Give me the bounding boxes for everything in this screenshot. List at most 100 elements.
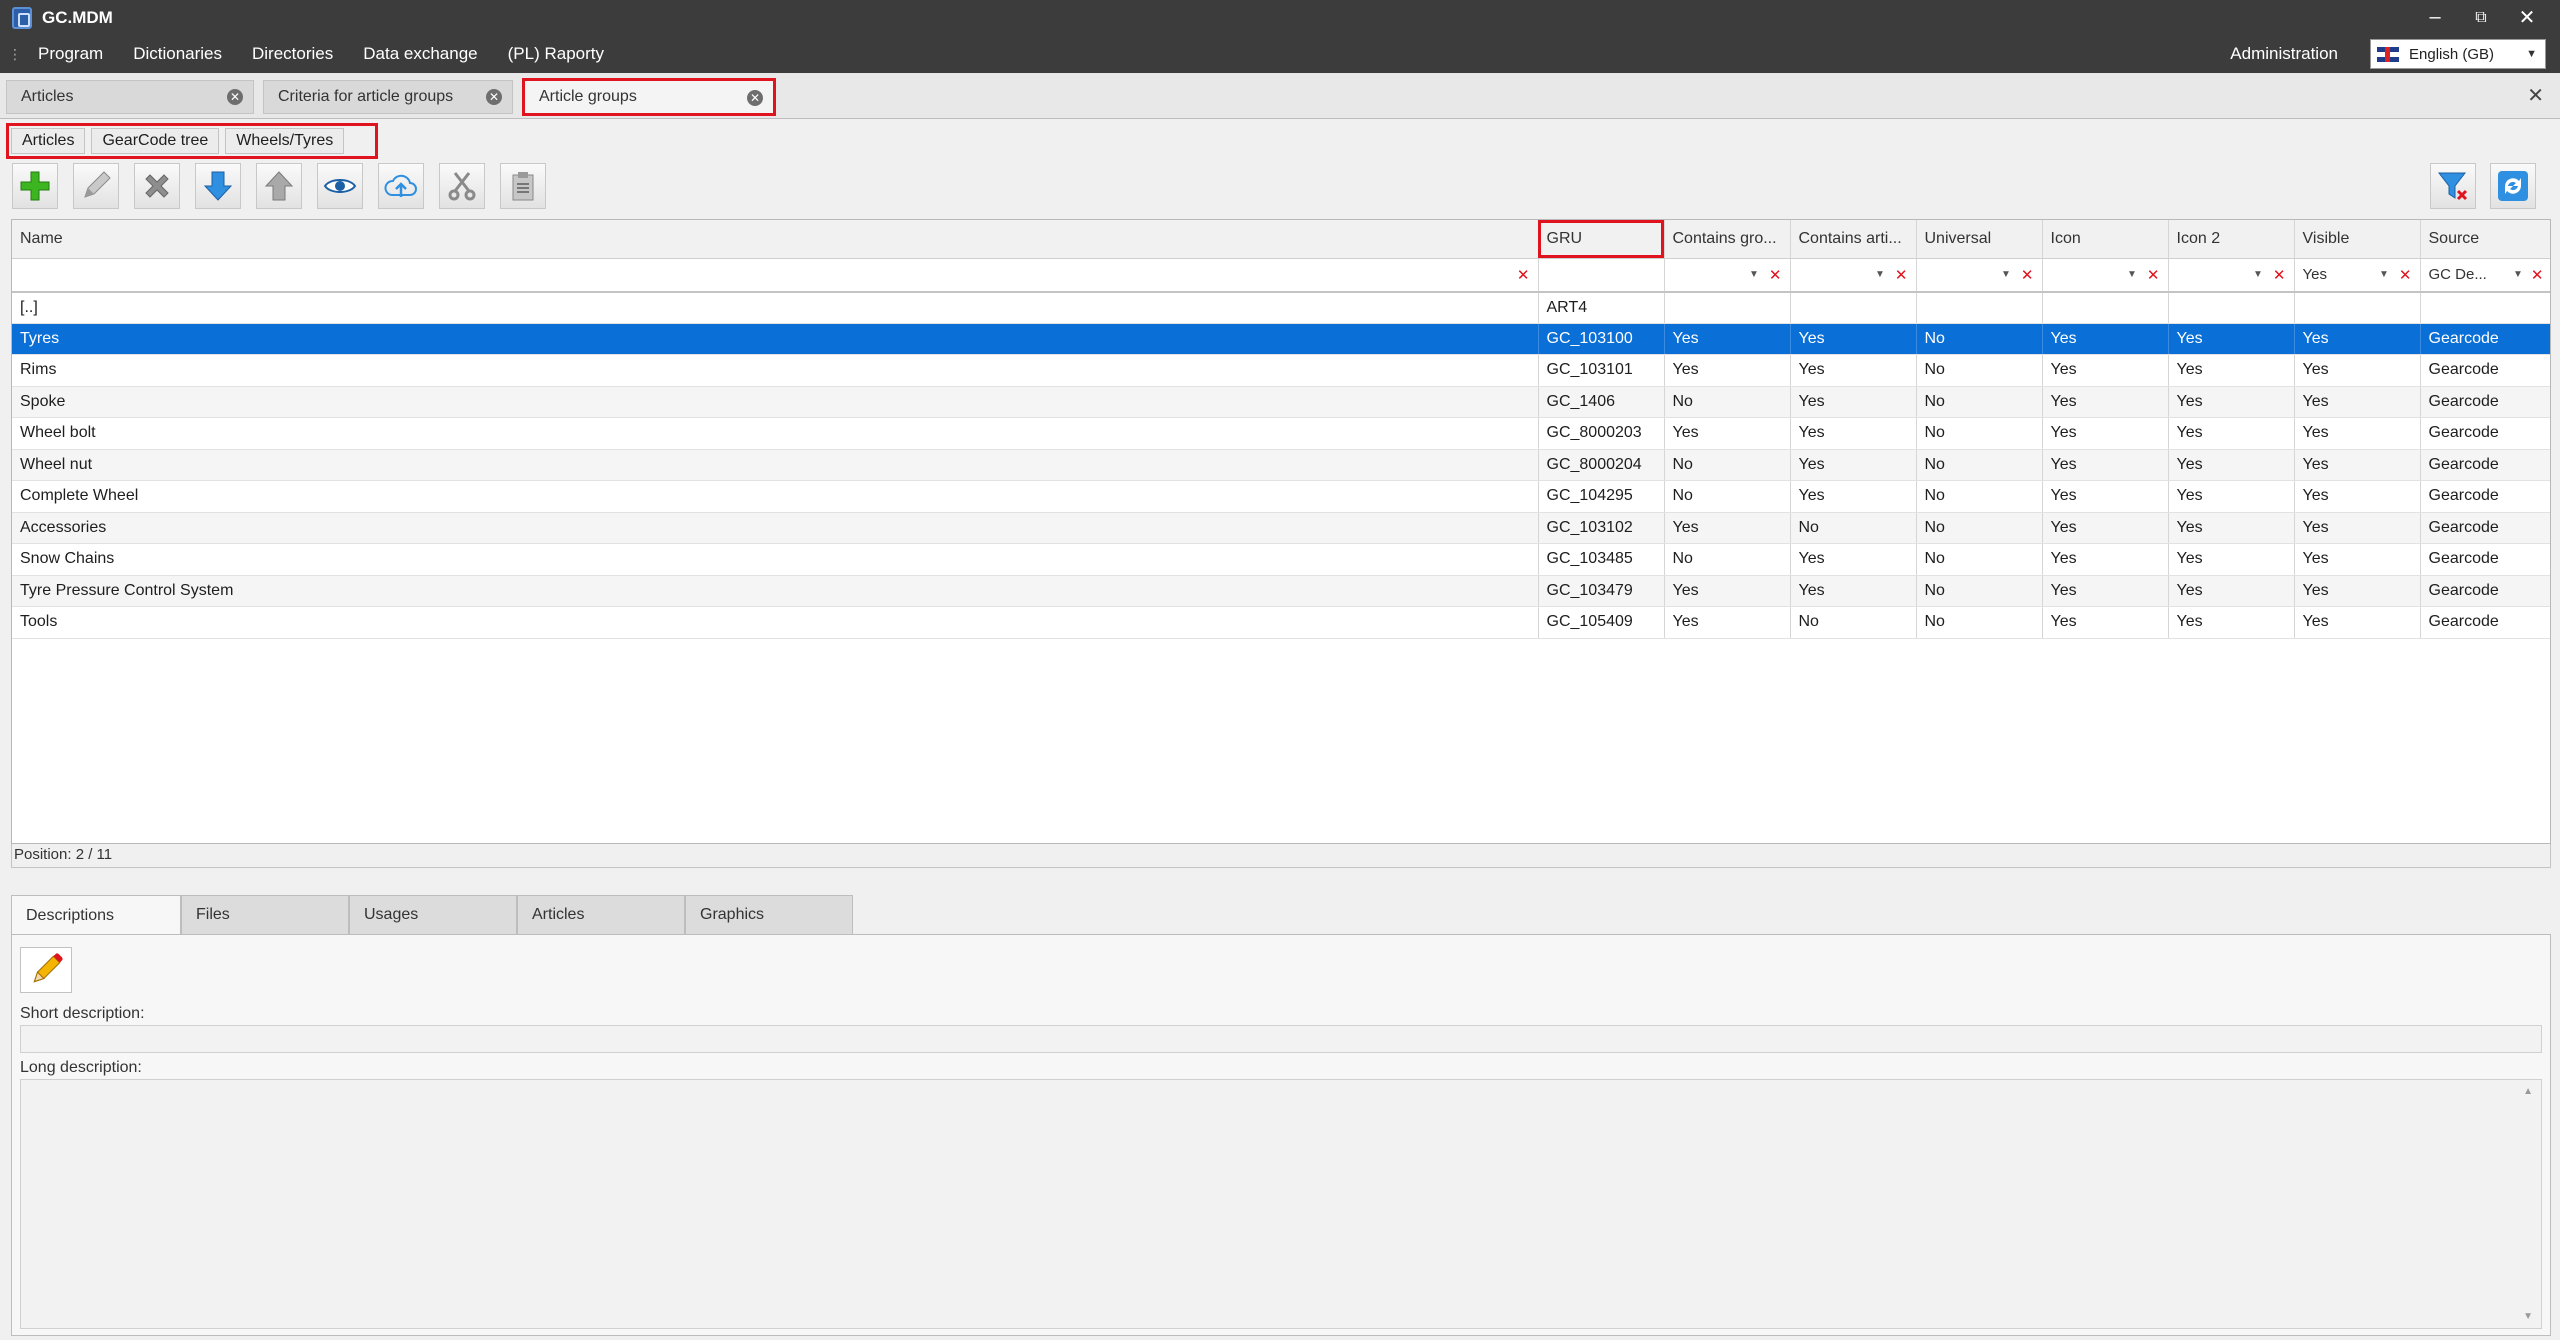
filter-contains-articles[interactable]: ▼ ✕ <box>1790 258 1917 293</box>
cell-gru[interactable]: GC_1406 <box>1538 386 1665 418</box>
filter-gru[interactable] <box>1538 258 1665 293</box>
cell-visible[interactable]: Yes <box>2294 417 2421 450</box>
cell-gru[interactable]: GC_105409 <box>1538 606 1665 639</box>
clear-filter-icon[interactable]: ✕ <box>2273 266 2286 284</box>
cell-source[interactable]: Gearcode <box>2420 543 2550 576</box>
cell-contains-articles[interactable]: Yes <box>1790 543 1917 576</box>
table-row[interactable]: Complete Wheel GC_104295 No Yes No Yes Yes Yes G… <box>12 480 2550 513</box>
cell-visible[interactable]: Yes <box>2294 354 2421 387</box>
cell-icon-2[interactable]: Yes <box>2168 323 2295 355</box>
cell-visible[interactable]: Yes <box>2294 480 2421 513</box>
table-row[interactable]: Tyre Pressure Control System GC_103479 Yes… <box>12 575 2550 607</box>
cell-contains-groups[interactable]: Yes <box>1664 417 1791 450</box>
tab-files[interactable]: Files <box>181 895 349 935</box>
table-row[interactable]: Spoke GC_1406 No Yes No Yes Yes Yes Gearcode <box>12 386 2550 418</box>
cell-visible[interactable]: Yes <box>2294 606 2421 639</box>
chevron-down-icon[interactable]: ▼ <box>2253 269 2263 280</box>
cell-universal[interactable] <box>1916 291 2043 324</box>
chevron-down-icon[interactable]: ▼ <box>2379 269 2389 280</box>
administration-menu[interactable]: Administration <box>2230 44 2338 64</box>
cell-name[interactable]: Tools <box>12 606 1539 639</box>
long-description-field[interactable]: ▲ ▼ <box>20 1079 2542 1329</box>
cell-icon-2[interactable]: Yes <box>2168 354 2295 387</box>
cell-contains-groups[interactable]: Yes <box>1664 606 1791 639</box>
cell-visible[interactable]: Yes <box>2294 386 2421 418</box>
filter-contains-groups[interactable]: ▼ ✕ <box>1664 258 1791 293</box>
cell-source[interactable] <box>2420 291 2550 324</box>
cell-icon-2[interactable]: Yes <box>2168 606 2295 639</box>
cell-icon[interactable] <box>2042 291 2169 324</box>
cell-source[interactable]: Gearcode <box>2420 575 2550 607</box>
cell-source[interactable]: Gearcode <box>2420 606 2550 639</box>
add-button[interactable] <box>12 163 58 209</box>
cell-universal[interactable]: No <box>1916 512 2043 544</box>
close-panel-icon[interactable]: ✕ <box>2527 83 2544 108</box>
cell-contains-articles[interactable]: Yes <box>1790 386 1917 418</box>
clear-filter-button[interactable] <box>2430 163 2476 209</box>
cell-contains-articles[interactable] <box>1790 291 1917 324</box>
table-row[interactable]: Snow Chains GC_103485 No Yes No Yes Yes Yes Gear… <box>12 543 2550 576</box>
table-row[interactable]: Rims GC_103101 Yes Yes No Yes Yes Yes Gearcode <box>12 354 2550 387</box>
cell-universal[interactable]: No <box>1916 575 2043 607</box>
cell-source[interactable]: Gearcode <box>2420 417 2550 450</box>
tab-usages[interactable]: Usages <box>349 895 517 935</box>
cell-contains-articles[interactable]: Yes <box>1790 449 1917 481</box>
cell-universal[interactable]: No <box>1916 543 2043 576</box>
doc-tab-criteria[interactable]: Criteria for article groups ✕ <box>263 80 513 114</box>
cell-visible[interactable]: Yes <box>2294 512 2421 544</box>
cell-icon-2[interactable]: Yes <box>2168 575 2295 607</box>
cell-icon[interactable]: Yes <box>2042 575 2169 607</box>
filter-universal[interactable]: ▼ ✕ <box>1916 258 2043 293</box>
column-header-name[interactable]: Name <box>12 220 1539 259</box>
cell-visible[interactable]: Yes <box>2294 575 2421 607</box>
refresh-button[interactable] <box>2490 163 2536 209</box>
move-up-button[interactable] <box>256 163 302 209</box>
close-tab-icon[interactable]: ✕ <box>227 89 243 105</box>
cell-visible[interactable]: Yes <box>2294 449 2421 481</box>
cell-contains-groups[interactable]: No <box>1664 480 1791 513</box>
cell-universal[interactable]: No <box>1916 606 2043 639</box>
scroll-down-icon[interactable]: ▼ <box>2523 1311 2533 1322</box>
chevron-down-icon[interactable]: ▼ <box>2513 269 2523 280</box>
cell-icon-2[interactable]: Yes <box>2168 386 2295 418</box>
cell-universal[interactable]: No <box>1916 323 2043 355</box>
menu-directories[interactable]: Directories <box>252 44 333 64</box>
tab-graphics[interactable]: Graphics <box>685 895 853 935</box>
move-down-button[interactable] <box>195 163 241 209</box>
cell-source[interactable]: Gearcode <box>2420 480 2550 513</box>
delete-button[interactable] <box>134 163 180 209</box>
table-row[interactable]: [..] ART4 <box>12 291 2550 324</box>
view-button[interactable] <box>317 163 363 209</box>
cell-source[interactable]: Gearcode <box>2420 449 2550 481</box>
column-header-icon-2[interactable]: Icon 2 <box>2168 220 2295 259</box>
cell-universal[interactable]: No <box>1916 480 2043 513</box>
menu-program[interactable]: Program <box>38 44 103 64</box>
cell-name[interactable]: [..] <box>12 291 1539 324</box>
table-row[interactable]: Tyres GC_103100 Yes Yes No Yes Yes Yes Gearcode <box>12 323 2550 355</box>
cell-icon[interactable]: Yes <box>2042 543 2169 576</box>
cell-source[interactable]: Gearcode <box>2420 512 2550 544</box>
cell-icon-2[interactable]: Yes <box>2168 417 2295 450</box>
restore-button[interactable]: ⧉ <box>2458 9 2504 27</box>
scroll-up-icon[interactable]: ▲ <box>2523 1086 2533 1097</box>
cell-icon-2[interactable]: Yes <box>2168 512 2295 544</box>
cell-icon[interactable]: Yes <box>2042 449 2169 481</box>
clear-filter-icon[interactable]: ✕ <box>2021 266 2034 284</box>
cell-universal[interactable]: No <box>1916 417 2043 450</box>
column-header-gru[interactable]: GRU <box>1538 220 1665 259</box>
filter-visible[interactable]: Yes ▼ ✕ <box>2294 258 2421 293</box>
cell-name[interactable]: Tyres <box>12 323 1539 355</box>
menu-data-exchange[interactable]: Data exchange <box>363 44 477 64</box>
clear-filter-icon[interactable]: ✕ <box>1895 266 1908 284</box>
minimize-button[interactable]: – <box>2412 6 2458 29</box>
cell-name[interactable]: Complete Wheel <box>12 480 1539 513</box>
cell-contains-articles[interactable]: Yes <box>1790 575 1917 607</box>
cell-contains-groups[interactable]: No <box>1664 543 1791 576</box>
close-button[interactable]: ✕ <box>2504 5 2550 30</box>
cell-contains-groups[interactable]: Yes <box>1664 354 1791 387</box>
cell-gru[interactable]: GC_103100 <box>1538 323 1665 355</box>
doc-tab-article-groups[interactable]: Article groups ✕ <box>522 78 776 116</box>
paste-button[interactable] <box>500 163 546 209</box>
sub-tab-articles[interactable]: Articles <box>11 128 86 154</box>
column-header-contains-articles[interactable]: Contains arti... <box>1790 220 1917 259</box>
